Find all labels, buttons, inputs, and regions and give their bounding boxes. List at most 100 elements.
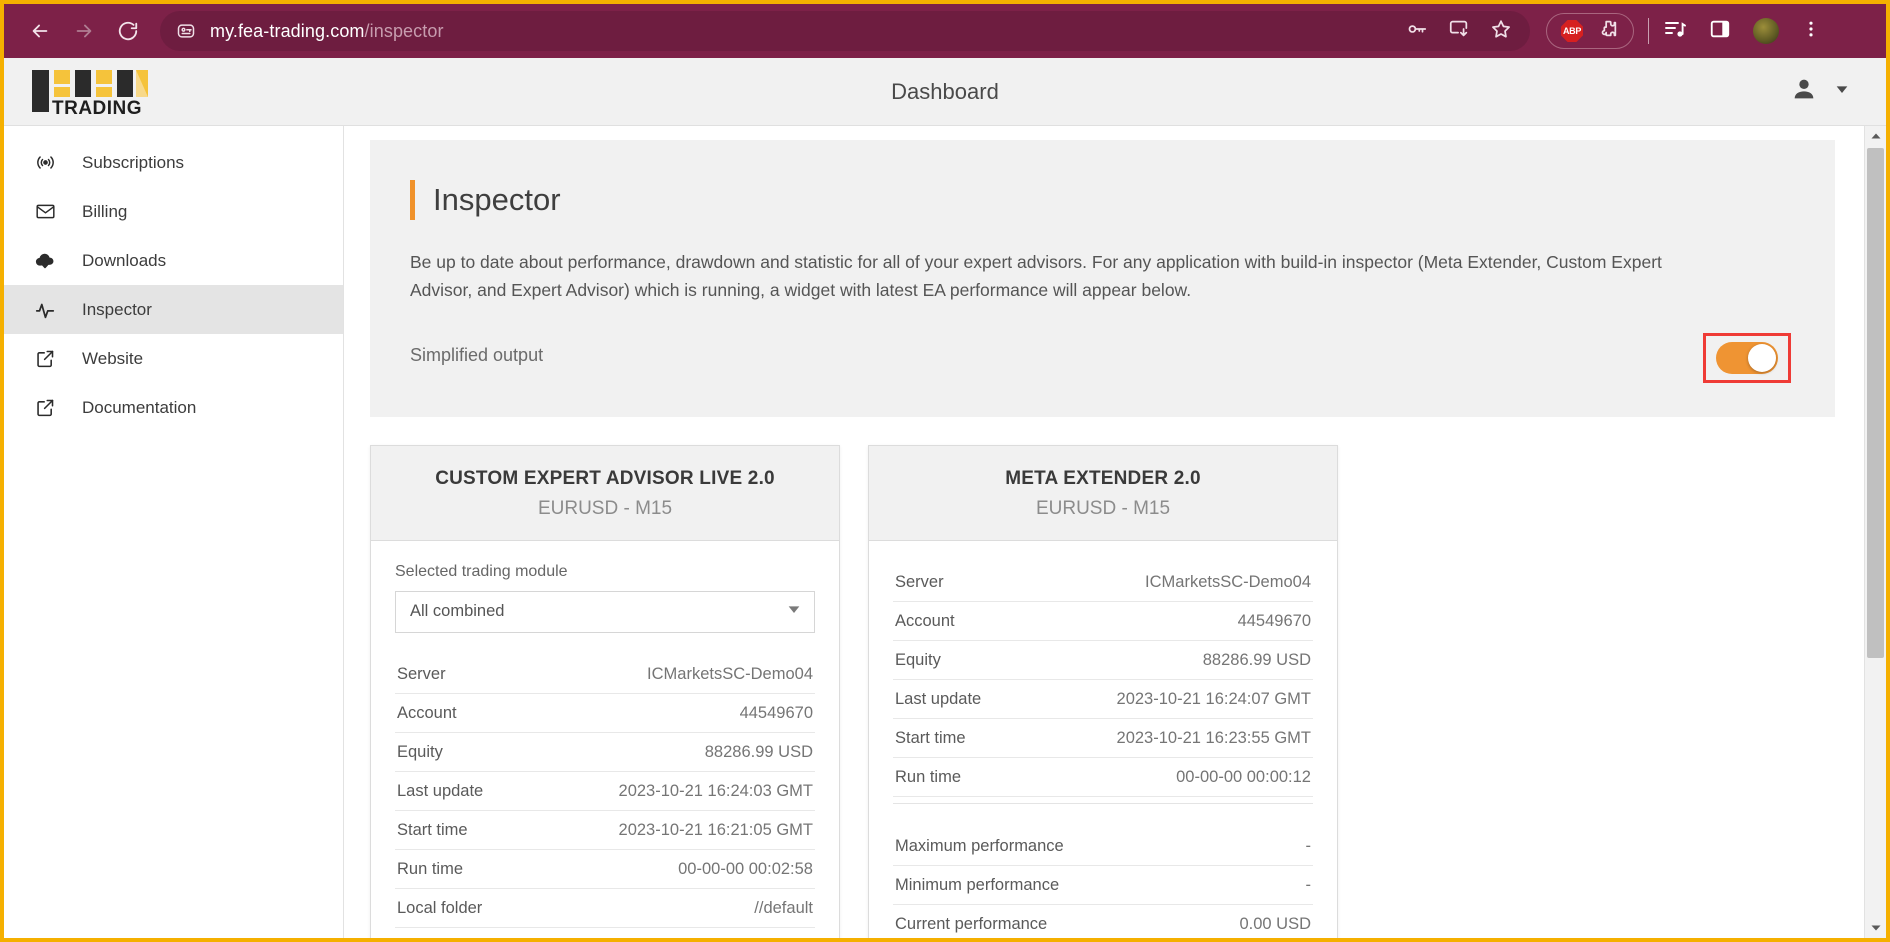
vertical-scrollbar[interactable]	[1864, 126, 1886, 938]
ea-card: META EXTENDER 2.0 EURUSD - M15 Server ICM…	[868, 444, 1338, 938]
row-key: Start time	[397, 820, 468, 839]
scrollbar-thumb[interactable]	[1867, 148, 1884, 658]
key-icon[interactable]	[1406, 18, 1428, 45]
sidebar-item-website[interactable]: Website	[4, 334, 343, 383]
row-key: Current performance	[895, 914, 1048, 933]
table-row: Account 44549670	[893, 602, 1313, 641]
scroll-up-arrow-icon[interactable]	[1865, 126, 1886, 146]
row-key: Account	[397, 703, 457, 722]
chevron-down-icon[interactable]	[1834, 81, 1850, 102]
card-title: CUSTOM EXPERT ADVISOR LIVE 2.0	[435, 467, 775, 489]
external-link-icon	[34, 348, 56, 370]
sidebar-item-label: Subscriptions	[82, 152, 185, 172]
table-row: Maximum performance -	[893, 827, 1313, 866]
card-header: CUSTOM EXPERT ADVISOR LIVE 2.0 EURUSD - …	[371, 445, 839, 541]
sidebar-item-inspector[interactable]: Inspector	[4, 285, 343, 334]
media-controls-icon[interactable]	[1663, 17, 1687, 46]
back-button[interactable]	[18, 9, 62, 53]
row-key: Equity	[895, 650, 941, 669]
sidebar-item-downloads[interactable]: Downloads	[4, 236, 343, 285]
card-body: Selected trading module All combined Ser…	[371, 541, 839, 928]
logo[interactable]: TRADING	[4, 66, 344, 118]
star-icon[interactable]	[1490, 18, 1512, 45]
row-value: 88286.99 USD	[704, 742, 813, 761]
sidebar-item-label: Downloads	[82, 250, 167, 270]
section-divider	[893, 802, 1313, 827]
envelope-icon	[34, 201, 56, 223]
main-content: Inspector Be up to date about performanc…	[344, 126, 1886, 938]
row-value: 2023-10-21 16:21:05 GMT	[618, 820, 813, 839]
sidebar-item-label: Documentation	[82, 397, 197, 417]
adblock-plus-icon[interactable]: ABP	[1561, 20, 1583, 42]
row-value: 00-00-00 00:00:12	[1176, 767, 1311, 786]
extensions-puzzle-icon[interactable]	[1597, 18, 1619, 45]
card-subtitle: EURUSD - M15	[537, 497, 673, 519]
simplified-output-toggle[interactable]	[1716, 341, 1778, 374]
sidebar: Subscriptions Billing Downloads Inspecto…	[4, 126, 344, 938]
row-key: Start time	[895, 728, 966, 747]
fea-trading-logo-icon: TRADING	[32, 69, 148, 118]
app-header: TRADING Dashboard	[4, 58, 1886, 126]
extensions-pill: ABP	[1546, 13, 1634, 49]
site-settings-icon[interactable]	[174, 19, 198, 43]
sidebar-item-subscriptions[interactable]: Subscriptions	[4, 138, 343, 187]
person-icon[interactable]	[1790, 75, 1818, 108]
row-key: Equity	[397, 742, 443, 761]
toolbar-divider	[1648, 18, 1649, 44]
row-value: 00-00-00 00:02:58	[678, 859, 813, 878]
table-row: Account 44549670	[395, 694, 815, 733]
table-row: Last update 2023-10-21 16:24:03 GMT	[395, 772, 815, 811]
side-panel-icon[interactable]	[1709, 18, 1731, 45]
sidebar-item-documentation[interactable]: Documentation	[4, 383, 343, 432]
reload-button[interactable]	[106, 9, 150, 53]
sidebar-item-label: Billing	[82, 201, 128, 221]
table-row: Minimum performance -	[893, 866, 1313, 905]
table-row: Equity 88286.99 USD	[395, 733, 815, 772]
trading-module-label: Selected trading module	[395, 562, 568, 580]
row-key: Run time	[895, 767, 962, 786]
browser-right-icons	[1663, 17, 1821, 46]
address-bar[interactable]: my.fea-trading.com/inspector	[160, 11, 1530, 51]
intro-heading: Inspector	[410, 180, 1791, 220]
card-subtitle: EURUSD - M15	[1035, 497, 1171, 519]
profile-avatar-icon[interactable]	[1753, 18, 1779, 44]
accent-bar	[410, 180, 415, 220]
forward-button[interactable]	[62, 9, 106, 53]
row-value: 2023-10-21 16:23:55 GMT	[1116, 728, 1311, 747]
broadcast-icon	[34, 152, 56, 174]
row-value: 88286.99 USD	[1202, 650, 1311, 669]
url-text: my.fea-trading.com/inspector	[210, 20, 444, 41]
sidebar-item-billing[interactable]: Billing	[4, 187, 343, 236]
row-value: 0.00 USD	[1239, 914, 1311, 933]
scroll-down-arrow-icon[interactable]	[1865, 918, 1886, 938]
table-row: Equity 88286.99 USD	[893, 641, 1313, 680]
row-value: -	[1305, 836, 1312, 855]
row-key: Minimum performance	[895, 875, 1060, 894]
install-app-icon[interactable]	[1448, 18, 1470, 45]
row-key: Server	[397, 664, 446, 683]
row-key: Server	[895, 572, 944, 591]
toggle-highlight-box	[1703, 332, 1791, 383]
row-value: 2023-10-21 16:24:07 GMT	[1116, 689, 1311, 708]
ea-cards: CUSTOM EXPERT ADVISOR LIVE 2.0 EURUSD - …	[370, 444, 1886, 938]
three-dot-menu-icon[interactable]	[1801, 19, 1821, 44]
table-row: Last update 2023-10-21 16:24:07 GMT	[893, 680, 1313, 719]
simplified-output-label: Simplified output	[410, 345, 544, 366]
sidebar-item-label: Website	[82, 348, 144, 368]
logo-text: TRADING	[52, 98, 142, 118]
activity-pulse-icon	[34, 299, 56, 321]
table-row: Local folder //default	[395, 889, 815, 928]
table-row: Server ICMarketsSC-Demo04	[395, 655, 815, 694]
browser-toolbar: my.fea-trading.com/inspector ABP	[4, 4, 1886, 58]
table-row: Start time 2023-10-21 16:23:55 GMT	[893, 719, 1313, 758]
app-body: Subscriptions Billing Downloads Inspecto…	[4, 126, 1886, 938]
card-title: META EXTENDER 2.0	[1005, 467, 1201, 489]
sidebar-item-label: Inspector	[82, 299, 152, 319]
ea-card: CUSTOM EXPERT ADVISOR LIVE 2.0 EURUSD - …	[370, 444, 840, 938]
card-body: Server ICMarketsSC-Demo04 Account 44549670…	[869, 541, 1337, 938]
trading-module-select[interactable]: All combined	[395, 590, 815, 633]
row-value: ICMarketsSC-Demo04	[647, 664, 813, 683]
account-menu[interactable]	[1790, 75, 1886, 108]
cloud-download-icon	[34, 250, 56, 272]
row-value: -	[1305, 875, 1312, 894]
